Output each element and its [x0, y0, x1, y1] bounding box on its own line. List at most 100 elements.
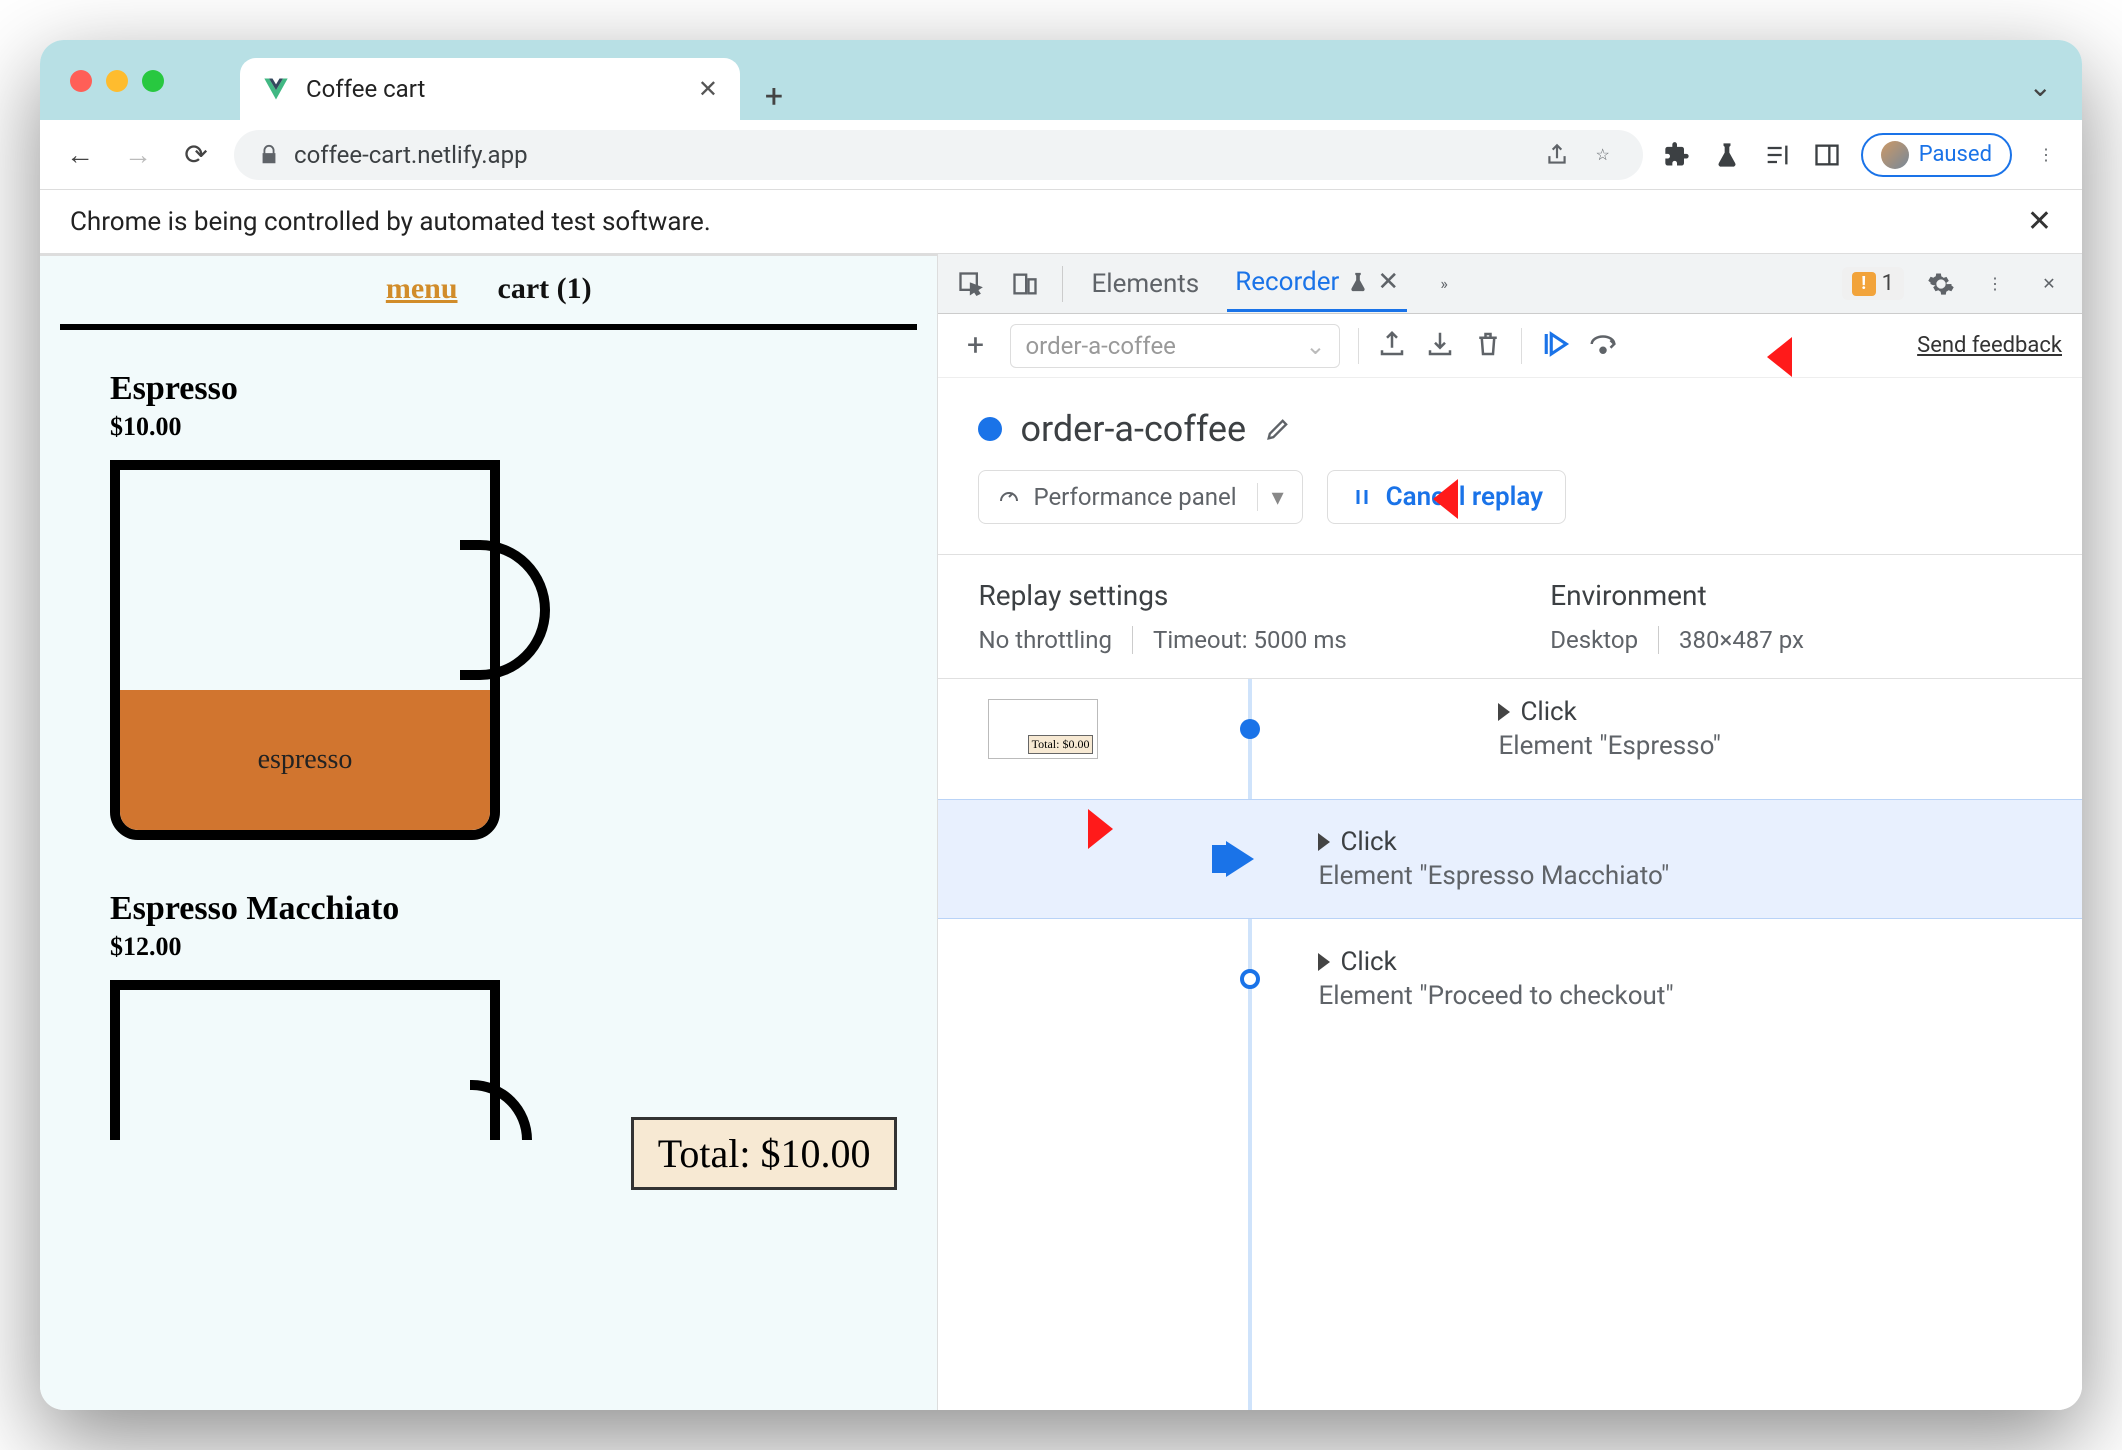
- dropdown-caret-icon: ▾: [1257, 483, 1284, 511]
- expand-caret-icon[interactable]: [1318, 833, 1330, 851]
- forward-button[interactable]: →: [118, 135, 158, 175]
- automation-banner: Chrome is being controlled by automated …: [40, 190, 2082, 254]
- titlebar: Coffee cart ✕ + ⌄: [40, 40, 2082, 120]
- edit-pencil-icon[interactable]: [1264, 415, 1292, 443]
- experiment-flask-icon[interactable]: [1711, 139, 1743, 171]
- device-toggle-icon[interactable]: [1008, 267, 1042, 301]
- export-icon[interactable]: [1377, 329, 1407, 363]
- bookmark-icon[interactable]: ☆: [1587, 139, 1619, 171]
- settings-gear-icon[interactable]: [1924, 267, 1958, 301]
- close-window-button[interactable]: [70, 70, 92, 92]
- import-icon[interactable]: [1425, 329, 1455, 363]
- inspect-element-icon[interactable]: [954, 267, 988, 301]
- settings-row: Replay settings No throttling Timeout: 5…: [938, 554, 2082, 679]
- issues-badge[interactable]: ! 1: [1842, 267, 1904, 300]
- tab-title: Coffee cart: [306, 75, 682, 103]
- total-badge[interactable]: Total: $10.00: [631, 1117, 898, 1190]
- window-controls: [70, 70, 164, 92]
- page-body: Espresso $10.00 espresso Espresso Macchi…: [40, 330, 937, 1180]
- browser-window: Coffee cart ✕ + ⌄ ← → ⟳ coffee-cart.netl…: [40, 40, 2082, 1410]
- delete-icon[interactable]: [1473, 329, 1503, 363]
- tab-recorder[interactable]: Recorder ✕: [1227, 255, 1407, 312]
- gauge-icon: [997, 485, 1021, 509]
- side-panel-icon[interactable]: [1811, 139, 1843, 171]
- banner-text: Chrome is being controlled by automated …: [70, 207, 711, 237]
- new-tab-button[interactable]: +: [750, 72, 798, 120]
- environment-settings[interactable]: Environment Desktop 380×487 px: [1510, 555, 2082, 678]
- product-item: Espresso $10.00 espresso: [110, 370, 867, 840]
- paused-label: Paused: [1919, 142, 1992, 167]
- step-item[interactable]: Click Element "Proceed to checkout": [938, 919, 2082, 1039]
- extension-icons: Paused ⋮: [1661, 133, 2062, 177]
- page-nav: menu cart (1): [40, 256, 937, 316]
- expand-caret-icon[interactable]: [1318, 953, 1330, 971]
- recording-status-dot: [978, 417, 1002, 441]
- content-split: menu cart (1) Espresso $10.00 espresso: [40, 254, 2082, 1410]
- recording-header: order-a-coffee: [938, 378, 2082, 470]
- viewport-value: 380×487 px: [1658, 626, 1804, 654]
- steps-list: Total: $0.00 Click Element "Espresso" Cl…: [938, 679, 2082, 1410]
- maximize-window-button[interactable]: [142, 70, 164, 92]
- banner-close-button[interactable]: ✕: [2027, 204, 2052, 239]
- share-icon[interactable]: [1541, 139, 1573, 171]
- flask-icon: [1347, 271, 1369, 293]
- address-bar: ← → ⟳ coffee-cart.netlify.app ☆ Paused ⋮: [40, 120, 2082, 190]
- new-recording-button[interactable]: +: [958, 329, 992, 363]
- chrome-menu-button[interactable]: ⋮: [2030, 139, 2062, 171]
- issues-count: 1: [1882, 271, 1894, 296]
- product-item: Espresso Macchiato $12.00: [110, 890, 867, 1140]
- pause-icon: [1350, 485, 1374, 509]
- devtools-tab-strip: Elements Recorder ✕ » ! 1 ⋮ ✕: [938, 254, 2082, 314]
- product-price: $12.00: [110, 932, 867, 962]
- warning-icon: !: [1852, 272, 1876, 296]
- annotation-arrow: [1428, 464, 1518, 538]
- web-page: menu cart (1) Espresso $10.00 espresso: [40, 254, 938, 1410]
- product-price: $10.00: [110, 412, 867, 442]
- cart-link[interactable]: cart (1): [498, 272, 592, 306]
- tab-recorder-close[interactable]: ✕: [1377, 267, 1399, 297]
- performance-panel-dropdown[interactable]: Performance panel ▾: [978, 470, 1302, 524]
- lock-icon: [258, 144, 280, 166]
- step-marker-current-icon: [1226, 841, 1254, 877]
- annotation-arrow: [1028, 794, 1118, 868]
- recording-selector[interactable]: order-a-coffee ⌄: [1010, 324, 1340, 368]
- menu-link[interactable]: menu: [386, 272, 458, 306]
- step-item[interactable]: Total: $0.00 Click Element "Espresso": [938, 679, 2082, 799]
- url-text: coffee-cart.netlify.app: [294, 141, 1527, 169]
- back-button[interactable]: ←: [60, 135, 100, 175]
- devtools-close-button[interactable]: ✕: [2032, 267, 2066, 301]
- profile-paused-pill[interactable]: Paused: [1861, 133, 2012, 177]
- coffee-mug[interactable]: [110, 980, 550, 1140]
- url-box[interactable]: coffee-cart.netlify.app ☆: [234, 130, 1643, 180]
- annotation-arrow: [1762, 322, 1852, 396]
- devtools-panel: Elements Recorder ✕ » ! 1 ⋮ ✕ +: [938, 254, 2082, 1410]
- product-title: Espresso: [110, 370, 867, 408]
- throttling-value: No throttling: [978, 626, 1112, 654]
- tab-close-button[interactable]: ✕: [698, 75, 718, 103]
- browser-tab[interactable]: Coffee cart ✕: [240, 58, 740, 120]
- step-marker-done-icon: [1240, 719, 1260, 739]
- mug-fill-label: espresso: [120, 690, 490, 830]
- devtools-menu-button[interactable]: ⋮: [1978, 267, 2012, 301]
- reading-list-icon[interactable]: [1761, 139, 1793, 171]
- chevron-down-icon: ⌄: [1305, 332, 1325, 360]
- reload-button[interactable]: ⟳: [176, 135, 216, 175]
- tab-elements[interactable]: Elements: [1083, 257, 1207, 311]
- step-over-icon[interactable]: [1588, 329, 1618, 363]
- step-marker-pending-icon: [1240, 969, 1260, 989]
- device-value: Desktop: [1550, 626, 1638, 654]
- more-tabs-button[interactable]: »: [1427, 267, 1461, 301]
- minimize-window-button[interactable]: [106, 70, 128, 92]
- send-feedback-link[interactable]: Send feedback: [1917, 333, 2062, 358]
- avatar-icon: [1881, 141, 1909, 169]
- replay-button[interactable]: [1540, 329, 1570, 363]
- recorder-toolbar: + order-a-coffee ⌄ Send feedback: [938, 314, 2082, 378]
- recording-selector-value: order-a-coffee: [1025, 332, 1175, 360]
- coffee-mug[interactable]: espresso: [110, 460, 550, 840]
- step-thumbnail: Total: $0.00: [988, 699, 1098, 759]
- replay-settings[interactable]: Replay settings No throttling Timeout: 5…: [938, 555, 1510, 678]
- tabs-menu-button[interactable]: ⌄: [2029, 70, 2052, 103]
- expand-caret-icon[interactable]: [1498, 703, 1510, 721]
- vue-favicon-icon: [262, 75, 290, 103]
- extensions-puzzle-icon[interactable]: [1661, 139, 1693, 171]
